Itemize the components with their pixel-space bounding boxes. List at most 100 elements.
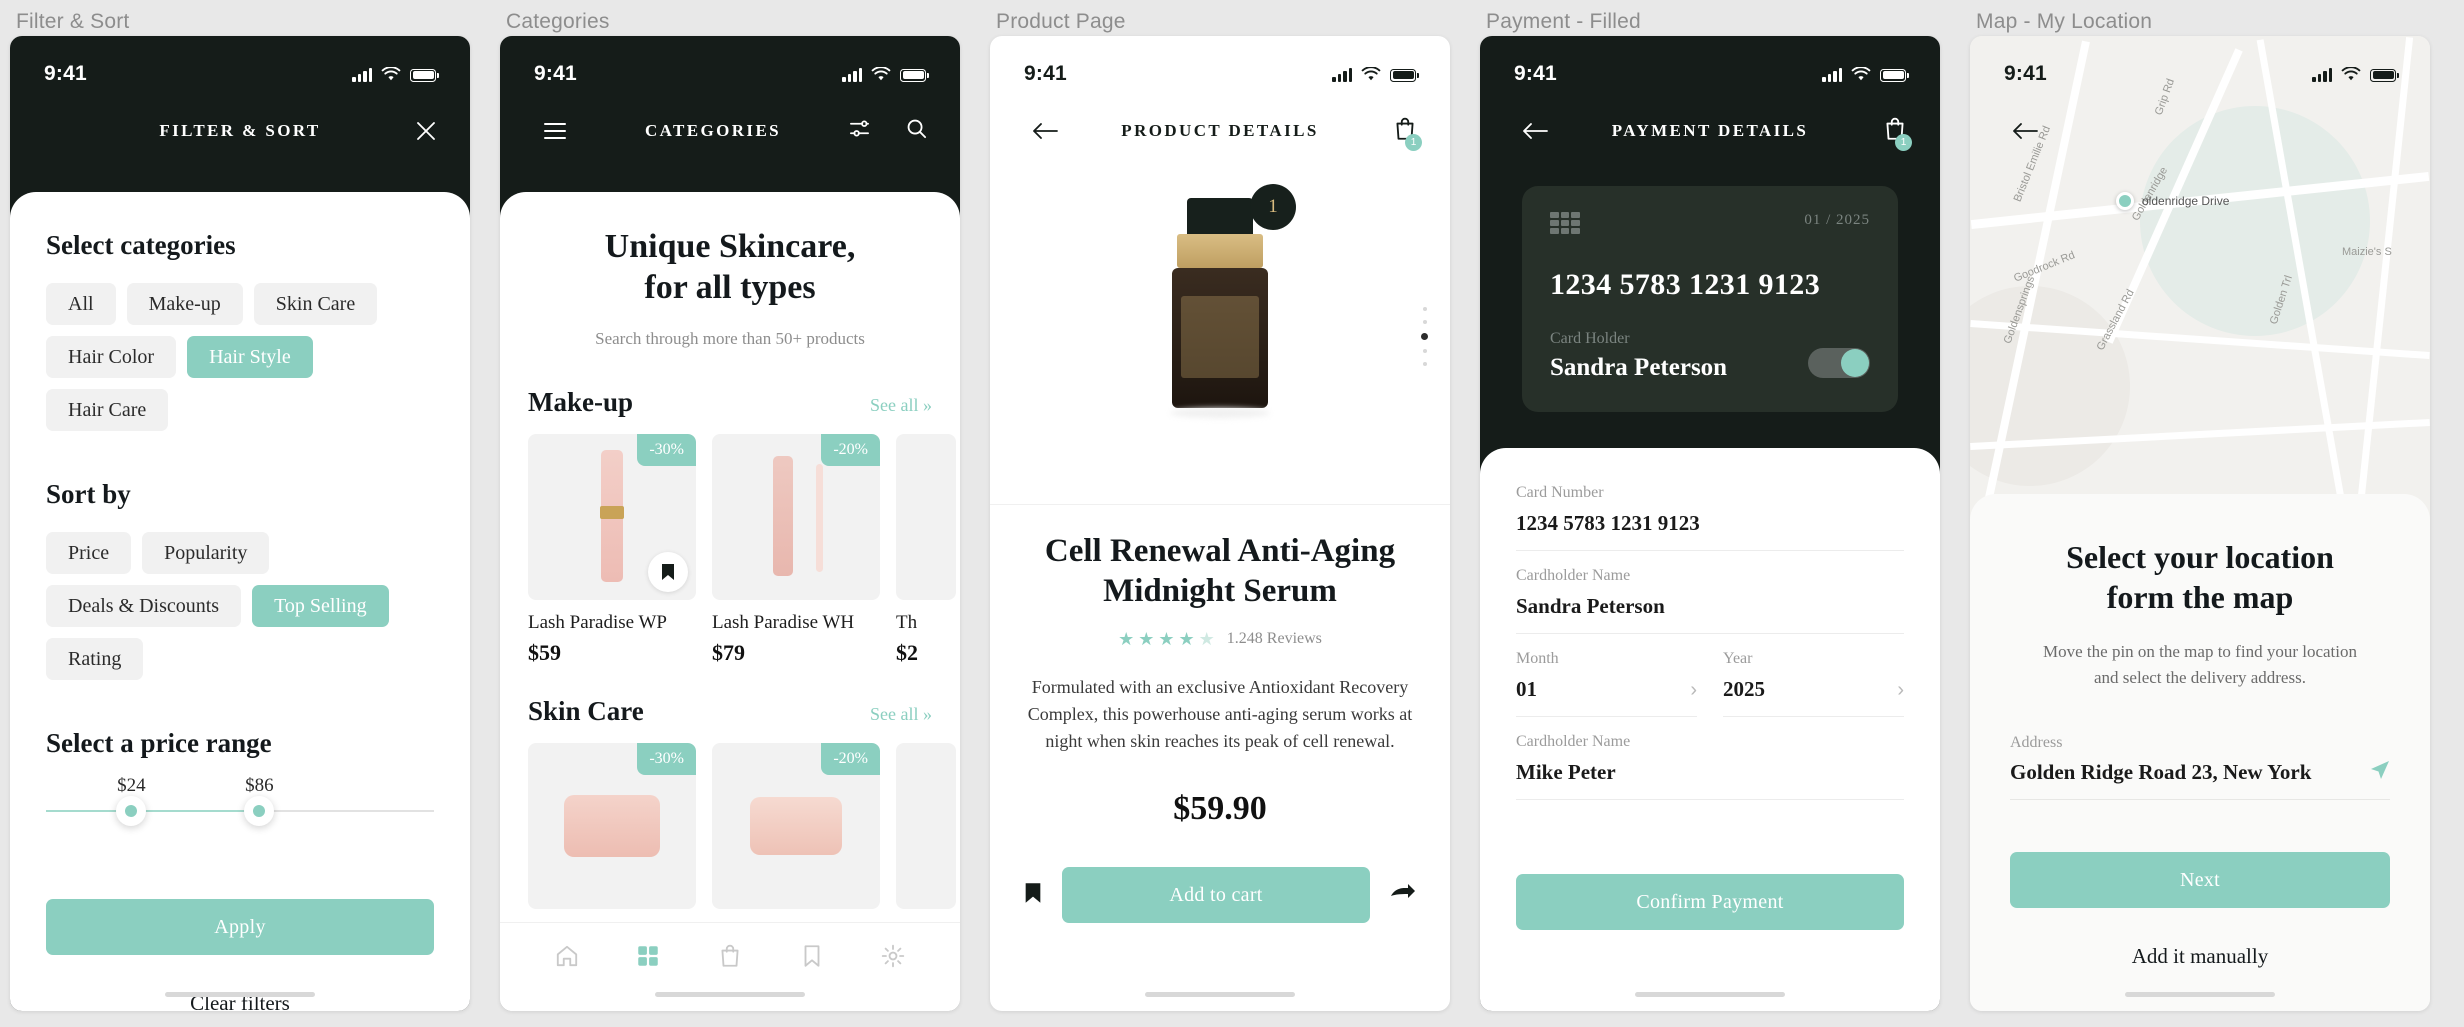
next-button[interactable]: Next [2010, 852, 2390, 909]
card-number: 1234 5783 1231 9123 [1550, 268, 1821, 301]
location-sheet: Select your location form the map Move t… [1970, 494, 2430, 1011]
category-chip-haircare[interactable]: Hair Care [46, 389, 169, 431]
status-icons [1332, 66, 1419, 82]
credit-card-preview[interactable]: 01 / 2025 1234 5783 1231 9123 Card Holde… [1480, 164, 1940, 412]
select-categories-title: Select categories [46, 230, 236, 260]
add-manually-button[interactable]: Add it manually [2010, 944, 2390, 969]
product-title-line1: Cell Renewal Anti-Aging [1044, 533, 1396, 569]
emv-chip-icon [1550, 212, 1580, 234]
discount-badge: -30% [637, 742, 696, 775]
category-chip-row: All Make-up Skin Care Hair Color Hair St… [46, 283, 434, 431]
sort-chip-price[interactable]: Price [46, 532, 132, 574]
close-button[interactable] [392, 108, 438, 154]
sort-chip-popularity[interactable]: Popularity [142, 532, 270, 574]
status-icons [842, 66, 929, 82]
map-pin[interactable] [2116, 192, 2134, 210]
sort-chip-deals[interactable]: Deals & Discounts [46, 585, 242, 627]
field-cardholder-name[interactable]: Cardholder Name Sandra Peterson [1516, 551, 1904, 634]
cart-button[interactable]: 1 [1862, 108, 1912, 154]
category-chip-skincare[interactable]: Skin Care [253, 283, 378, 325]
field-label: Card Number [1516, 484, 1604, 501]
status-clock: 9:41 [2004, 62, 2047, 85]
back-button[interactable] [1022, 108, 1068, 154]
apply-button[interactable]: Apply [46, 899, 434, 955]
confirm-payment-button[interactable]: Confirm Payment [1516, 874, 1904, 930]
hero-title: Unique Skincare, for all types [528, 226, 932, 309]
bookmark-icon [662, 563, 674, 580]
back-button[interactable] [1512, 108, 1558, 154]
map-pin-label: oldenridge Drive [2142, 194, 2230, 208]
credit-card: 01 / 2025 1234 5783 1231 9123 Card Holde… [1522, 186, 1898, 412]
image-pagination-dots[interactable] [1421, 306, 1428, 366]
sort-by-title: Sort by [46, 479, 131, 509]
bookmark-icon [804, 945, 819, 967]
status-clock: 9:41 [44, 62, 87, 85]
product-card[interactable]: -30% Lash Paradise WP $59 [528, 433, 696, 666]
nav-bar [1970, 98, 2430, 164]
sliders-icon [850, 120, 869, 137]
sort-chip-rating[interactable]: Rating [46, 638, 144, 680]
group-header-skincare: Skin Care See all » [528, 696, 932, 727]
product-price: $59.90 [1173, 789, 1267, 827]
tab-bookmarks[interactable] [799, 943, 825, 969]
product-title-line2: Midnight Serum [1103, 573, 1337, 610]
cart-count-badge: 1 [1405, 133, 1422, 151]
category-chip-all[interactable]: All [46, 283, 116, 325]
back-button[interactable] [2002, 108, 2048, 154]
discount-badge: -20% [821, 433, 880, 466]
menu-button[interactable] [532, 108, 578, 154]
status-icons [352, 66, 439, 82]
field-card-number[interactable]: Card Number 1234 5783 1231 9123 [1516, 468, 1904, 551]
field-year[interactable]: Year 2025 › [1723, 634, 1904, 717]
nav-bar: FILTER & SORT [10, 98, 470, 164]
filter-button[interactable] [848, 117, 871, 145]
share-button[interactable] [1390, 882, 1416, 909]
sheet-title: Select your location form the map [2010, 538, 2390, 617]
category-chip-hairstyle[interactable]: Hair Style [187, 336, 313, 378]
slider-knob-min[interactable] [116, 796, 147, 826]
tab-settings[interactable] [880, 943, 906, 969]
see-all-makeup[interactable]: See all » [870, 395, 932, 416]
bookmark-button[interactable] [1024, 882, 1042, 909]
product-card[interactable]: -30% [528, 742, 696, 909]
field-month[interactable]: Month 01 › [1516, 634, 1697, 717]
payment-form: Card Number 1234 5783 1231 9123 Cardhold… [1480, 448, 1940, 1011]
sheet-subtitle: Move the pin on the map to find your loc… [2010, 639, 2390, 690]
nav-bar: PRODUCT DETAILS 1 [990, 98, 1450, 164]
bag-icon [721, 944, 739, 967]
product-image: -20% [712, 433, 880, 600]
sort-chip-top-selling[interactable]: Top Selling [252, 585, 389, 627]
tab-categories[interactable] [635, 943, 661, 969]
tab-bag[interactable] [717, 943, 743, 969]
product-card[interactable]: Th $2 [896, 433, 956, 666]
field-cardholder-name-2[interactable]: Cardholder Name Mike Peter [1516, 717, 1904, 800]
save-card-toggle[interactable] [1808, 348, 1870, 378]
tab-home[interactable] [554, 943, 580, 969]
product-card[interactable]: -20% Lash Paradise WH $79 [712, 433, 880, 666]
bookmark-button[interactable] [648, 551, 688, 592]
search-button[interactable] [905, 117, 928, 145]
cart-button[interactable]: 1 [1372, 108, 1422, 154]
see-all-skincare[interactable]: See all » [870, 704, 932, 725]
wifi-icon [381, 66, 401, 80]
star-icon: ★ [1138, 628, 1155, 649]
filter-sheet: Select categories All Make-up Skin Care … [10, 192, 470, 1011]
hero-title-line1: Unique Skincare, [604, 228, 856, 265]
category-chip-makeup[interactable]: Make-up [126, 283, 243, 325]
gear-icon [881, 944, 905, 968]
product-card[interactable]: -20% [712, 742, 880, 909]
price-range-slider[interactable]: $24 $86 [46, 775, 434, 835]
arrow-left-icon [1033, 123, 1058, 139]
screen-product-page: Product Page 9:41 PRODUCT DETAILS 1 1 Ce… [990, 0, 1450, 1027]
hamburger-menu-icon [544, 123, 566, 139]
add-to-cart-button[interactable]: Add to cart [1062, 867, 1370, 923]
locate-me-button[interactable] [2370, 760, 2390, 785]
rating-stars: ★ ★ ★ ★ ★ [1118, 630, 1215, 648]
address-field[interactable]: Address Golden Ridge Road 23, New York [2010, 734, 2390, 801]
page-title: FILTER & SORT [159, 121, 321, 140]
product-card[interactable] [896, 742, 956, 909]
sheet-subtitle-line1: Move the pin on the map to find your loc… [2043, 642, 2357, 662]
slider-knob-max[interactable] [244, 796, 275, 826]
review-count: 1.248 Reviews [1226, 629, 1322, 647]
category-chip-haircolor[interactable]: Hair Color [46, 336, 177, 378]
